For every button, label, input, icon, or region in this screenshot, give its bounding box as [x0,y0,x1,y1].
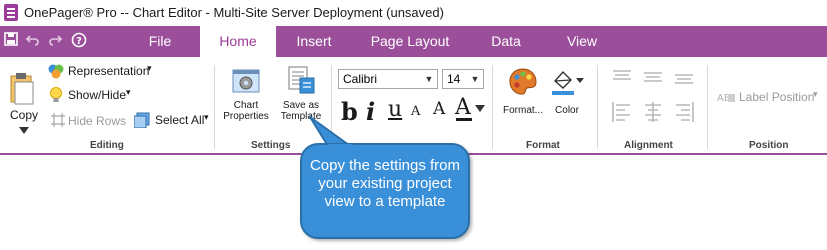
chevron-down-icon: ▾ [204,112,209,122]
tab-file[interactable]: File [128,26,192,57]
chevron-down-icon [475,105,485,112]
tab-data[interactable]: Data [478,26,534,57]
chart-properties-button[interactable]: Chart Properties [220,65,272,129]
representation-label: Representation [68,64,150,78]
chevron-down-icon: ▼ [470,74,480,84]
font-size-select[interactable]: 14 ▼ [442,69,484,89]
align-top-icon[interactable] [612,69,632,85]
group-label-editing: Editing [90,140,124,151]
font-size-value: 14 [447,72,461,86]
redo-icon[interactable] [48,32,63,51]
paint-bucket-icon [552,70,584,95]
representation-button[interactable]: Representation ▾ [48,63,158,81]
ribbon-divider [492,65,493,149]
showhide-button[interactable]: Show/Hide ▾ [48,86,138,104]
group-label-format: Format [526,140,560,151]
select-all-icon [134,112,150,128]
showhide-label: Show/Hide [68,88,127,102]
save-icon[interactable] [4,32,18,51]
template-icon [288,66,315,94]
font-color-swatch [456,118,472,121]
color-button[interactable]: Color [548,65,590,129]
tab-page-layout[interactable]: Page Layout [360,26,460,57]
font-color-button[interactable]: A [455,95,487,123]
chart-properties-line2: Properties [223,111,269,122]
copy-button[interactable]: Copy [8,71,42,141]
group-label-position: Position [749,140,789,151]
chevron-down-icon: ▾ [147,63,152,73]
group-label-alignment: Alignment [624,140,673,151]
align-right-icon[interactable] [674,101,694,123]
ribbon-divider [707,65,708,149]
lightbulb-icon [50,87,62,102]
clipboard-icon [10,73,34,105]
chevron-down-icon: ▾ [126,87,131,97]
chevron-down-icon [19,127,29,134]
chart-properties-icon [232,69,260,93]
underline-button[interactable]: u [388,97,402,122]
hide-rows-label: Hide Rows [68,114,127,128]
align-left-icon[interactable] [612,101,632,123]
font-family-value: Calibri [343,72,378,86]
onepager-app-icon [4,4,18,21]
tab-home[interactable]: Home [200,26,276,57]
label-position-icon: AB [717,93,735,104]
label-position-button[interactable]: AB Label Position ▾ [717,88,821,106]
group-label-settings: Settings [251,140,291,151]
font-color-glyph: A [455,95,471,120]
format-button[interactable]: Format... [500,65,546,129]
label-position-label: Label Position [739,90,815,104]
tab-view[interactable]: View [554,26,610,57]
chevron-down-icon: ▾ [813,89,818,99]
align-center-icon[interactable] [643,101,663,123]
chart-properties-line1: Chart [233,100,259,111]
hide-rows-button[interactable]: Hide Rows [48,111,126,129]
chevron-down-icon: ▼ [424,74,434,84]
shrink-font-button[interactable]: A [411,104,420,119]
ribbon-tab-bar: ? File Home Insert Page Layout Data View [0,26,827,57]
font-family-select[interactable]: Calibri ▼ [338,69,438,89]
window-title: OnePager® Pro -- Chart Editor - Multi-Si… [24,5,444,20]
representation-icon [48,64,64,79]
copy-label: Copy [10,108,39,122]
hide-rows-icon [51,113,65,127]
align-middle-icon[interactable] [643,69,663,85]
save-template-line1: Save as [282,100,320,111]
ribbon-home: Copy Representation ▾ Show/Hide ▾ Hide R… [0,57,827,155]
ribbon-divider [214,65,215,149]
color-label: Color [555,105,579,116]
align-bottom-icon[interactable] [674,69,694,85]
format-label: Format... [502,105,543,116]
title-bar: OnePager® Pro -- Chart Editor - Multi-Si… [0,0,827,26]
grow-font-button[interactable]: A [433,99,445,119]
help-icon[interactable]: ? [71,32,87,53]
svg-text:?: ? [76,36,82,47]
callout-text: Copy the settings from your existing pro… [309,157,461,210]
undo-icon[interactable] [25,32,40,51]
tab-insert[interactable]: Insert [284,26,344,57]
select-all-label: Select All [155,113,205,127]
select-all-button[interactable]: Select All ▾ [134,111,214,129]
palette-icon [509,68,537,95]
ribbon-divider [597,65,598,149]
